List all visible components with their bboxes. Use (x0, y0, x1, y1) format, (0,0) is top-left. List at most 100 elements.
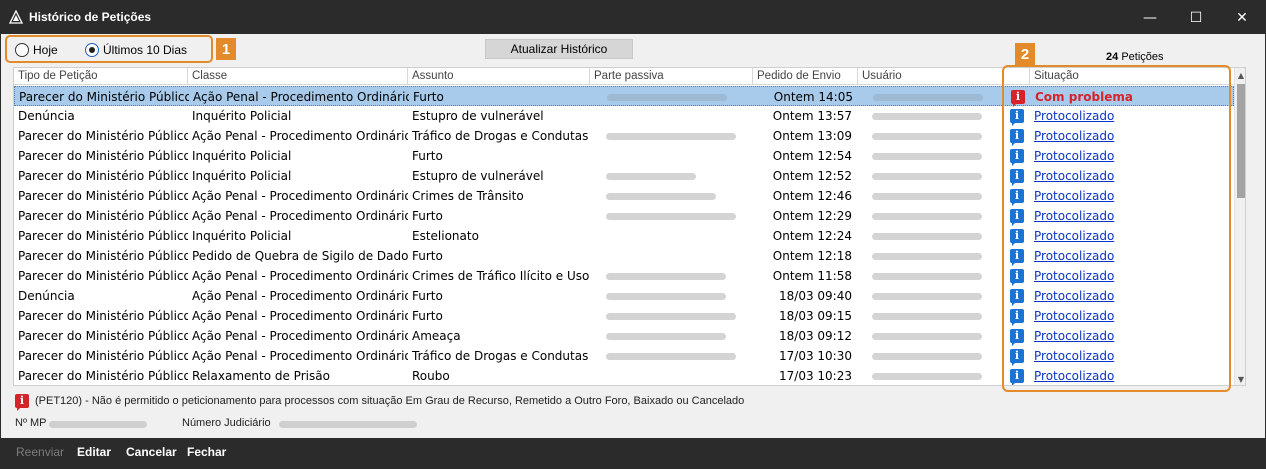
info-icon[interactable]: i (1010, 349, 1024, 366)
cell-pedido-envio: Ontem 11:58 (772, 269, 852, 283)
column-header-parte-passiva[interactable]: Parte passiva (590, 68, 753, 85)
cell-tipo: Parecer do Ministério Público (18, 169, 188, 183)
table-row[interactable]: Parecer do Ministério Público Inquérito P… (14, 226, 1234, 246)
cell-usuario-redacted (872, 173, 982, 180)
info-icon[interactable]: i (1010, 169, 1024, 186)
table-row[interactable]: Parecer do Ministério Público Relaxamento… (14, 366, 1234, 385)
status-link[interactable]: Protocolizado (1034, 306, 1224, 326)
info-icon[interactable]: i (1010, 129, 1024, 146)
cell-classe: Ação Penal - Procedimento Ordinário (192, 129, 408, 143)
status-link[interactable]: Protocolizado (1034, 246, 1224, 266)
scrollbar-thumb[interactable] (1237, 84, 1245, 198)
cell-pedido-envio: Ontem 12:52 (772, 169, 852, 183)
status-link[interactable]: Protocolizado (1034, 346, 1224, 366)
cell-pedido-envio: Ontem 12:29 (772, 209, 852, 223)
status-link[interactable]: Protocolizado (1034, 326, 1224, 346)
status-link[interactable]: Protocolizado (1034, 206, 1224, 226)
table-body: Parecer do Ministério Público Ação Penal … (14, 86, 1234, 385)
info-icon[interactable]: i (1010, 269, 1024, 286)
cell-classe: Inquérito Policial (192, 169, 292, 183)
cell-usuario-redacted (873, 94, 983, 101)
info-icon[interactable]: i (1010, 109, 1024, 126)
cell-parte-passiva-redacted (606, 333, 726, 340)
info-icon[interactable]: i (1010, 369, 1024, 385)
cell-assunto: Tráfico de Drogas e Condutas (412, 129, 589, 143)
status-link[interactable]: Protocolizado (1034, 146, 1224, 166)
filter-today-radio[interactable]: Hoje (15, 43, 58, 57)
cell-assunto: Furto (412, 249, 443, 263)
filter-today-label: Hoje (33, 43, 58, 57)
table-row[interactable]: Parecer do Ministério Público Inquérito P… (14, 166, 1234, 186)
cell-assunto: Furto (412, 209, 443, 223)
refresh-history-button[interactable]: Atualizar Histórico (485, 39, 633, 59)
cell-usuario-redacted (872, 213, 982, 220)
info-icon[interactable]: i (1010, 209, 1024, 226)
cell-usuario-redacted (872, 233, 982, 240)
column-header-classe[interactable]: Classe (188, 68, 408, 85)
vertical-scrollbar[interactable]: ▲ ▼ (1234, 68, 1245, 385)
info-icon[interactable]: i (1010, 289, 1024, 306)
cell-classe: Ação Penal - Procedimento Ordinário (193, 90, 409, 104)
column-header-icon[interactable] (1004, 68, 1030, 85)
cancel-button[interactable]: Cancelar (126, 445, 177, 459)
status-link[interactable]: Protocolizado (1034, 186, 1224, 206)
cell-classe: Inquérito Policial (192, 149, 292, 163)
cell-tipo: Parecer do Ministério Público (19, 90, 189, 104)
cell-pedido-envio: Ontem 13:09 (772, 129, 852, 143)
info-icon[interactable]: i (1010, 329, 1024, 346)
resend-button[interactable]: Reenviar (16, 445, 64, 459)
info-icon[interactable]: i (1010, 189, 1024, 206)
table-row[interactable]: Parecer do Ministério Público Ação Penal … (14, 326, 1234, 346)
table-row[interactable]: Denúncia Inquérito Policial Estupro de vul… (14, 106, 1234, 126)
table-row[interactable]: Parecer do Ministério Público Inquérito P… (14, 146, 1234, 166)
cell-usuario-redacted (872, 113, 982, 120)
warning-message: i (PET120) - Não é permitido o peticiona… (15, 394, 744, 411)
info-icon[interactable]: i (1010, 229, 1024, 246)
status-link[interactable]: Protocolizado (1034, 366, 1224, 385)
status-link[interactable]: Protocolizado (1034, 166, 1224, 186)
info-icon[interactable]: i (1010, 249, 1024, 266)
cell-tipo: Parecer do Ministério Público (18, 209, 188, 223)
cell-classe: Inquérito Policial (192, 109, 292, 123)
cell-parte-passiva-redacted (606, 133, 736, 140)
status-link[interactable]: Protocolizado (1034, 266, 1224, 286)
table-row[interactable]: Parecer do Ministério Público Ação Penal … (14, 186, 1234, 206)
column-header-assunto[interactable]: Assunto (408, 68, 590, 85)
scroll-up-arrow-icon[interactable]: ▲ (1235, 68, 1245, 82)
status-link[interactable]: Protocolizado (1034, 286, 1224, 306)
filter-last-10-days-radio[interactable]: Últimos 10 Dias (85, 43, 187, 57)
close-window-button[interactable]: ✕ (1219, 1, 1265, 34)
table-row[interactable]: Parecer do Ministério Público Ação Penal … (14, 346, 1234, 366)
column-header-situacao[interactable]: Situação (1030, 68, 1234, 85)
minimize-button[interactable]: — (1127, 1, 1173, 34)
cell-classe: Inquérito Policial (192, 229, 292, 243)
table-row[interactable]: Parecer do Ministério Público Ação Penal … (14, 306, 1234, 326)
table-row[interactable]: Parecer do Ministério Público Ação Penal … (14, 206, 1234, 226)
cell-pedido-envio: 17/03 10:30 (779, 349, 852, 363)
maximize-button[interactable]: ☐ (1173, 1, 1219, 34)
close-button[interactable]: Fechar (187, 445, 226, 459)
table-row[interactable]: Denúncia Ação Penal - Procedimento Ordiná… (14, 286, 1234, 306)
table-row[interactable]: Parecer do Ministério Público Ação Penal … (14, 266, 1234, 286)
cell-pedido-envio: 17/03 10:23 (779, 369, 852, 383)
info-icon[interactable]: i (1010, 309, 1024, 326)
status-link[interactable]: Protocolizado (1034, 226, 1224, 246)
column-header-pedido-envio[interactable]: Pedido de Envio (753, 68, 858, 85)
column-header-tipo[interactable]: Tipo de Petição (14, 68, 188, 85)
status-link[interactable]: Protocolizado (1034, 126, 1224, 146)
info-icon[interactable]: i (1010, 149, 1024, 166)
table-row[interactable]: Parecer do Ministério Público Ação Penal … (14, 126, 1234, 146)
cell-tipo: Parecer do Ministério Público (18, 129, 188, 143)
petition-count: 24 Petições (1106, 51, 1164, 63)
title-bar[interactable]: Histórico de Petições — ☐ ✕ (1, 1, 1265, 34)
column-header-usuario[interactable]: Usuário (858, 68, 1004, 85)
status-link[interactable]: Protocolizado (1034, 106, 1224, 126)
scroll-down-arrow-icon[interactable]: ▼ (1235, 372, 1245, 385)
table-row[interactable]: Parecer do Ministério Público Ação Penal … (14, 86, 1234, 107)
table-row[interactable]: Parecer do Ministério Público Pedido de Q… (14, 246, 1234, 266)
cell-assunto: Crimes de Tráfico Ilícito e Uso (412, 269, 590, 283)
edit-button[interactable]: Editar (77, 445, 111, 459)
problem-info-icon[interactable]: i (1011, 90, 1025, 107)
cell-usuario-redacted (872, 293, 982, 300)
petition-count-label: Petições (1121, 51, 1164, 63)
